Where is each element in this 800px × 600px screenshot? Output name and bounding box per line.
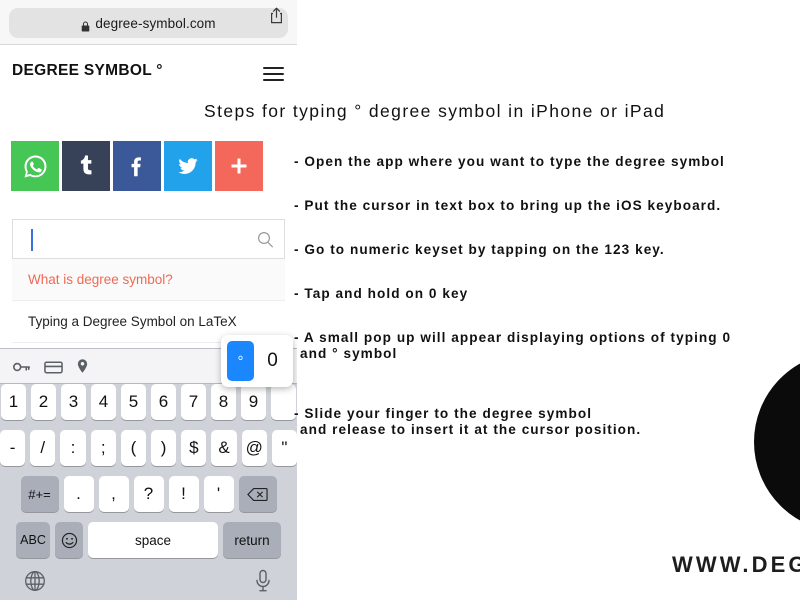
key-hyphen[interactable]: - — [0, 430, 26, 466]
step-line-1: - Tap and hold on 0 key — [294, 286, 469, 302]
key-comma[interactable]: , — [98, 476, 129, 512]
key-at[interactable]: @ — [241, 430, 267, 466]
key-ampersand[interactable]: & — [211, 430, 237, 466]
step-line-2: and release to insert it at the cursor p… — [300, 422, 642, 438]
instruction-steps: - Open the app where you want to type th… — [294, 138, 800, 467]
key-paren-open[interactable]: ( — [120, 430, 146, 466]
social-share-row — [11, 141, 263, 191]
text-caret — [31, 229, 33, 251]
keyboard-row-punctuation: #+= . , ? ! ' — [0, 476, 297, 512]
key-6[interactable]: 6 — [151, 384, 176, 420]
step-item: - Go to numeric keyset by tapping on the… — [294, 226, 800, 258]
key-abc[interactable]: ABC — [16, 522, 50, 558]
key-0[interactable] — [271, 384, 296, 420]
site-header: DEGREE SYMBOL ° — [0, 46, 297, 100]
plus-icon — [231, 158, 247, 174]
keyboard-toolbar: ° 0 — [0, 335, 297, 387]
keyboard-row-bottom: ABC space return — [0, 522, 297, 558]
keyboard-row-symbols: - / : ; ( ) $ & @ " — [0, 430, 297, 466]
search-icon[interactable] — [257, 231, 274, 248]
key-1[interactable]: 1 — [1, 384, 26, 420]
share-icon[interactable] — [270, 7, 283, 24]
share-button-whatsapp[interactable] — [11, 141, 59, 191]
key-return[interactable]: return — [223, 522, 281, 558]
key-space[interactable]: space — [88, 522, 218, 558]
twitter-icon — [178, 158, 198, 174]
phone-screenshot: degree-symbol.com DEGREE SYMBOL ° What i… — [0, 0, 297, 600]
key-colon[interactable]: : — [60, 430, 86, 466]
globe-icon[interactable] — [24, 570, 46, 592]
tumblr-icon — [80, 155, 92, 175]
share-button-twitter[interactable] — [164, 141, 212, 191]
key-apostrophe[interactable]: ' — [203, 476, 234, 512]
step-line-1: - Slide your finger to the degree symbol — [294, 406, 593, 422]
key-semicolon[interactable]: ; — [90, 430, 116, 466]
degree-key-popup[interactable]: ° 0 — [221, 335, 293, 387]
key-symbols-toggle[interactable]: #+= — [20, 476, 59, 512]
microphone-icon[interactable] — [255, 569, 271, 593]
whatsapp-icon — [24, 155, 46, 177]
key-7[interactable]: 7 — [181, 384, 206, 420]
location-pin-icon[interactable] — [76, 358, 89, 380]
key-4[interactable]: 4 — [91, 384, 116, 420]
step-item: - Put the cursor in text box to bring up… — [294, 182, 800, 214]
credit-card-icon[interactable] — [44, 360, 63, 379]
step-item: - Slide your finger to the degree symbol… — [294, 390, 800, 454]
step-item: - Open the app where you want to type th… — [294, 138, 800, 170]
keyboard-row-numbers: 1 2 3 4 5 6 7 8 9 — [0, 384, 297, 420]
facebook-icon — [131, 157, 141, 177]
key-8[interactable]: 8 — [211, 384, 236, 420]
popup-degree-key[interactable]: ° — [227, 341, 254, 381]
browser-url-bar: degree-symbol.com — [0, 0, 297, 45]
emoji-icon[interactable] — [55, 522, 83, 558]
url-text: degree-symbol.com — [95, 15, 216, 31]
key-5[interactable]: 5 — [121, 384, 146, 420]
keyboard-rows: 1 2 3 4 5 6 7 8 9 - / : ; ( ) $ & @ " #+… — [0, 384, 297, 568]
share-button-facebook[interactable] — [113, 141, 161, 191]
key-exclamation[interactable]: ! — [168, 476, 199, 512]
share-button-tumblr[interactable] — [62, 141, 110, 191]
key-slash[interactable]: / — [30, 430, 56, 466]
share-button-more[interactable] — [215, 141, 263, 191]
keyboard-bottom-bar — [0, 562, 297, 600]
step-line-1: - Open the app where you want to type th… — [294, 154, 725, 170]
page-title: DEGREE SYMBOL ° — [12, 62, 163, 79]
brand-watermark: WWW.DEGREE-SYMBOL.COM — [672, 552, 800, 577]
step-line-1: - Put the cursor in text box to bring up… — [294, 198, 722, 214]
key-9[interactable]: 9 — [241, 384, 266, 420]
key-icon[interactable] — [12, 360, 31, 379]
step-line-1: - Go to numeric keyset by tapping on the… — [294, 242, 665, 258]
hamburger-menu-icon[interactable] — [263, 67, 284, 81]
instructions-headline: Steps for typing ° degree symbol in iPho… — [204, 101, 666, 121]
list-item[interactable]: What is degree symbol? — [12, 259, 285, 301]
delete-key-icon[interactable] — [238, 476, 277, 512]
key-period[interactable]: . — [63, 476, 94, 512]
url-field[interactable]: degree-symbol.com — [9, 8, 288, 38]
lock-icon — [81, 19, 90, 31]
screenshot-root: degree-symbol.com DEGREE SYMBOL ° What i… — [0, 0, 800, 600]
key-dollar[interactable]: $ — [181, 430, 207, 466]
search-input[interactable] — [12, 219, 285, 259]
instructions-panel: Steps for typing ° degree symbol in iPho… — [204, 0, 800, 600]
step-item: - Tap and hold on 0 key — [294, 270, 800, 302]
key-2[interactable]: 2 — [31, 384, 56, 420]
step-line-1: - A small pop up will appear displaying … — [294, 330, 732, 346]
popup-zero-key[interactable]: 0 — [259, 341, 286, 381]
search-suggestion-list: What is degree symbol? Typing a Degree S… — [12, 259, 285, 343]
ios-keyboard: ° 0 1 2 3 4 5 6 7 8 9 - /: ; () $ & @ … — [0, 335, 297, 600]
key-question[interactable]: ? — [133, 476, 164, 512]
step-line-2: and ° symbol — [300, 346, 398, 362]
key-paren-close[interactable]: ) — [151, 430, 177, 466]
step-item: - A small pop up will appear displaying … — [294, 314, 800, 378]
key-3[interactable]: 3 — [61, 384, 86, 420]
